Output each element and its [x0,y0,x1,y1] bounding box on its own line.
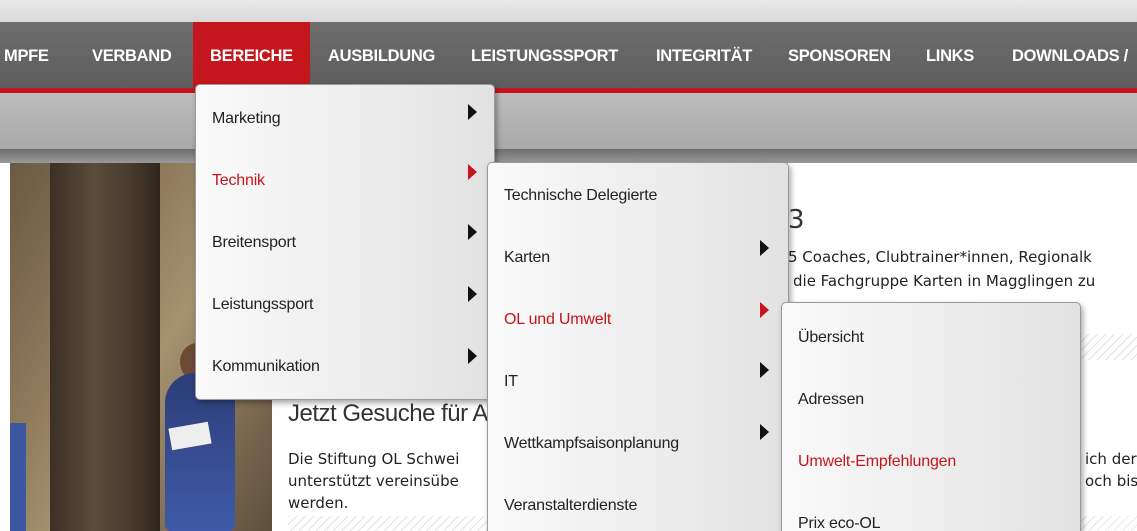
menu-item-wettkampfsaisonplanung[interactable]: Wettkampfsaisonplanung [488,415,788,477]
submenu-arrow-icon [468,348,477,364]
nav-item-leistungssport[interactable]: LEISTUNGSSPORT [471,22,618,90]
menu-item-technische-delegierte[interactable]: Technische Delegierte [488,167,788,229]
menu-item-leistungssport[interactable]: Leistungssport [196,276,494,338]
submenu-arrow-icon [760,240,769,256]
menu-item-ol-und-umwelt[interactable]: OL und Umwelt [488,291,788,353]
menu-item-label: Wettkampfsaisonplanung [504,435,679,452]
menu-item-label: Breitensport [212,234,296,251]
separator-hatch [1080,334,1137,360]
menu-item-adressen[interactable]: Adressen [782,371,1080,433]
menu-item-label: Umwelt-Empfehlungen [798,453,957,470]
article-line-2: unterstützt vereinsübe [288,472,459,490]
article-title[interactable]: Jetzt Gesuche für AS [288,400,504,428]
menu-item-label: Technik [212,172,265,189]
menu-item-label: IT [504,373,518,390]
nav-item-ausbildung[interactable]: AUSBILDUNG [328,22,435,90]
menu-item-label: Leistungssport [212,296,314,313]
sub-navigation-shadow [0,149,1137,163]
menu-item-label: OL und Umwelt [504,311,612,328]
submenu-arrow-icon [468,224,477,240]
intro-line-1: 5 Coaches, Clubtrainer*innen, Regionalk [788,248,1092,266]
background-runner [10,423,26,531]
nav-item-sponsoren[interactable]: SPONSOREN [788,22,891,90]
nav-item-verband[interactable]: VERBAND [92,22,172,90]
article-line-2-end: och bis [1085,472,1137,490]
ol-und-umwelt-dropdown: Übersicht Adressen Umwelt-Empfehlungen P… [781,302,1081,531]
menu-item-prix-eco-ol[interactable]: Prix eco-OL [782,495,1080,531]
article-line-1-end: ich der [1085,450,1137,468]
menu-item-veranstalterdienste[interactable]: Veranstalterdienste [488,477,788,531]
article-line-3: werden. [288,494,349,512]
menu-item-label: Marketing [212,110,281,127]
section-heading-fragment: 3 [788,205,805,235]
menu-item-marketing[interactable]: Marketing [196,90,494,152]
menu-item-label: Prix eco-OL [798,515,881,531]
menu-item-breitensport[interactable]: Breitensport [196,214,494,276]
menu-item-uebersicht[interactable]: Übersicht [782,309,1080,371]
menu-item-label: Adressen [798,391,864,408]
nav-item-wettkaempfe[interactable]: MPFE [4,22,49,90]
submenu-arrow-icon [760,424,769,440]
sub-navigation-bar [0,93,1137,149]
article-line-1: Die Stiftung OL Schwei [288,450,460,468]
menu-item-it[interactable]: IT [488,353,788,415]
submenu-arrow-icon [760,302,769,318]
submenu-arrow-icon [468,286,477,302]
technik-dropdown: Technische Delegierte Karten OL und Umwe… [487,162,789,531]
menu-item-umwelt-empfehlungen[interactable]: Umwelt-Empfehlungen [782,433,1080,495]
menu-item-label: Karten [504,249,550,266]
nav-item-integritaet[interactable]: INTEGRITÄT [656,22,752,90]
top-banner [0,0,1137,22]
menu-item-label: Technische Delegierte [504,187,658,204]
nav-item-bereiche[interactable]: BEREICHE [193,22,310,90]
menu-item-label: Kommunikation [212,358,320,375]
submenu-arrow-icon [468,164,477,180]
menu-item-karten[interactable]: Karten [488,229,788,291]
nav-item-downloads[interactable]: DOWNLOADS / [1012,22,1128,90]
intro-line-2: die Fachgruppe Karten in Magglingen zu [793,272,1096,290]
tree-trunk [50,163,160,531]
menu-item-kommunikation[interactable]: Kommunikation [196,338,494,400]
submenu-arrow-icon [760,362,769,378]
bereiche-dropdown: Marketing Technik Breitensport Leistungs… [195,84,495,400]
submenu-arrow-icon [468,104,477,120]
nav-item-links[interactable]: LINKS [926,22,974,90]
menu-item-technik[interactable]: Technik [196,152,494,214]
menu-item-label: Veranstalterdienste [504,497,638,514]
menu-item-label: Übersicht [798,329,864,346]
